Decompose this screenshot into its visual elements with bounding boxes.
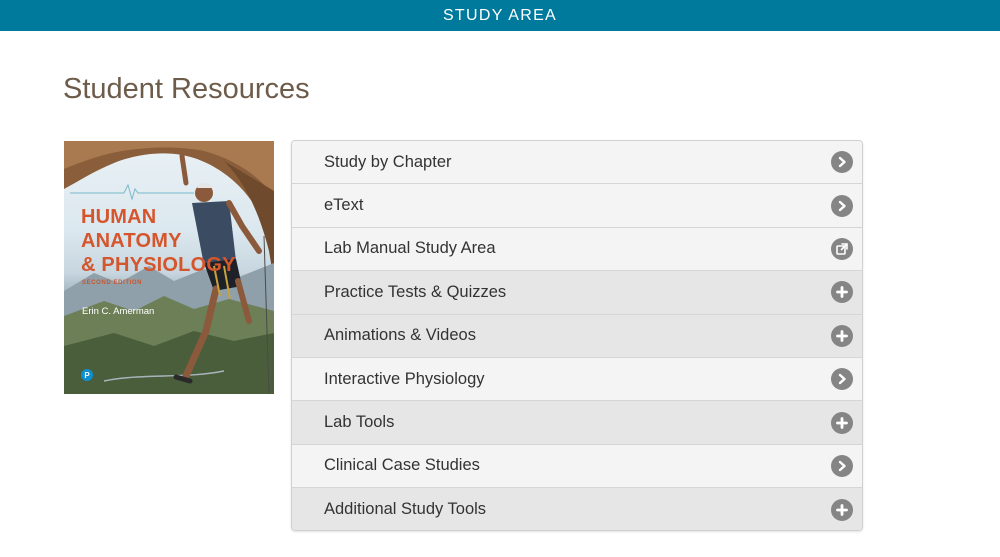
chevron-right-icon (831, 194, 853, 217)
menu-item-label: Clinical Case Studies (324, 456, 480, 475)
plus-icon (831, 411, 853, 434)
menu-item-label: Lab Manual Study Area (324, 239, 496, 258)
plus-icon (831, 281, 853, 304)
resource-menu: Study by Chapter eText Lab Manual Study … (291, 140, 863, 531)
menu-item-clinical-case-studies[interactable]: Clinical Case Studies (292, 444, 862, 489)
plus-icon (831, 498, 853, 521)
menu-item-practice-tests-quizzes[interactable]: Practice Tests & Quizzes (292, 271, 862, 315)
chevron-right-icon (831, 454, 853, 477)
menu-item-label: Practice Tests & Quizzes (324, 282, 507, 301)
menu-item-label: Lab Tools (324, 413, 395, 432)
book-title-line: ANATOMY (81, 230, 182, 252)
book-cover: HUMAN ANATOMY & PHYSIOLOGY SECOND EDITIO… (64, 141, 274, 394)
external-link-icon (831, 237, 853, 260)
menu-item-interactive-physiology[interactable]: Interactive Physiology (292, 357, 862, 402)
book-title-line: HUMAN (81, 206, 157, 228)
menu-item-label: Interactive Physiology (324, 369, 485, 388)
menu-item-animations-videos[interactable]: Animations & Videos (292, 314, 862, 358)
menu-item-label: Animations & Videos (324, 326, 476, 345)
menu-item-lab-manual-study-area[interactable]: Lab Manual Study Area (292, 227, 862, 272)
plus-icon (831, 324, 853, 347)
header-title: STUDY AREA (442, 6, 558, 24)
chevron-right-icon (831, 368, 853, 391)
study-area-header: STUDY AREA (0, 0, 1000, 31)
book-title: HUMAN ANATOMY & PHYSIOLOGY (81, 205, 236, 277)
menu-item-label: Additional Study Tools (324, 500, 487, 519)
publisher-logo: P (81, 369, 93, 381)
book-edition: SECOND EDITION (82, 280, 143, 286)
menu-item-label: Study by Chapter (324, 152, 452, 171)
menu-item-additional-study-tools[interactable]: Additional Study Tools (292, 488, 862, 530)
menu-item-label: eText (324, 196, 364, 215)
menu-item-study-by-chapter[interactable]: Study by Chapter (292, 141, 862, 185)
menu-item-etext[interactable]: eText (292, 184, 862, 228)
book-title-line: & PHYSIOLOGY (81, 254, 236, 276)
book-author: Erin C. Amerman (82, 306, 155, 317)
chevron-right-icon (831, 151, 853, 174)
menu-item-lab-tools[interactable]: Lab Tools (292, 401, 862, 445)
page-title: Student Resources (63, 73, 310, 105)
